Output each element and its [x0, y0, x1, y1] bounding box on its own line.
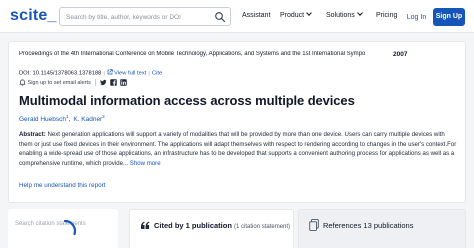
references-label: References 13 publications [323, 221, 414, 230]
alert-row: Sign up to set email alerts [19, 79, 130, 86]
document-icon [309, 219, 319, 231]
linkedin-icon[interactable] [120, 79, 127, 86]
cited-by-count: Cited by 1 publication [154, 221, 232, 230]
chevron-down-icon [306, 10, 312, 16]
scite-logo[interactable]: scite_ [10, 7, 57, 25]
twitter-icon[interactable] [100, 79, 107, 86]
nav-solutions[interactable]: Solutions [326, 10, 363, 19]
nav-assistant[interactable]: Assistant [242, 12, 270, 19]
nav-product-label: Product [280, 12, 305, 19]
tab-cited-by[interactable]: Cited by 1 publication (1 citation state… [129, 209, 294, 248]
abstract-label: Abstract: [19, 131, 46, 138]
loading-spinner-icon [63, 219, 77, 236]
login-button[interactable]: Log In [404, 10, 429, 25]
paper-venue: Proceedings of the 4th International Con… [19, 51, 366, 57]
chevron-down-icon [356, 10, 363, 16]
show-more-link[interactable]: Show more [130, 160, 161, 167]
author-list: Gerald Huebsch1, K. Kadner2 [19, 114, 105, 123]
paper-year: 2007 [393, 51, 408, 58]
divider [94, 79, 96, 86]
search-box[interactable] [59, 7, 231, 26]
paper-title: Multimodal information access across mul… [19, 93, 355, 108]
nav-product[interactable]: Product [280, 10, 312, 19]
author-link[interactable]: Gerald Huebsch1 [19, 114, 69, 124]
cited-by-label: Cited by 1 publication (1 citation state… [154, 221, 290, 230]
doi-row: DOI: 10.1145/1378063.1378188 | View full t… [19, 69, 162, 77]
cite-link[interactable]: Cite [152, 71, 162, 77]
author-link[interactable]: K. Kadner2 [73, 114, 105, 124]
facebook-icon[interactable] [110, 79, 117, 86]
bell-icon [19, 79, 26, 86]
view-full-text-link[interactable]: View full text [114, 71, 146, 77]
author-affiliation-number: 2 [102, 114, 105, 119]
abstract-text: Next generation applications will suppor… [19, 131, 457, 167]
author-name: Gerald Huebsch [19, 116, 66, 124]
separator: | [148, 70, 150, 77]
abstract: Abstract: Next generation applications w… [19, 130, 459, 168]
citation-statement-count: (1 citation statement) [234, 224, 291, 230]
search-input[interactable] [66, 11, 211, 23]
doi-text[interactable]: DOI: 10.1145/1378063.1378188 [19, 71, 101, 77]
separator: , [68, 116, 71, 124]
nav-pricing[interactable]: Pricing [376, 12, 397, 19]
nav-solutions-label: Solutions [326, 12, 355, 19]
help-understand-link[interactable]: Help me understand this report [19, 182, 105, 189]
top-navigation-bar: scite_ Assistant Product Solutions Prici… [0, 0, 474, 33]
quote-icon [141, 221, 150, 229]
external-link-icon [107, 69, 113, 75]
author-name: K. Kadner [73, 116, 103, 124]
email-alert-link[interactable]: Sign up to set email alerts [28, 80, 91, 86]
tab-references[interactable]: References 13 publications [298, 209, 466, 248]
search-icon[interactable] [214, 11, 226, 23]
signup-button[interactable]: Sign Up [433, 8, 465, 26]
paper-card: Proceedings of the 4th International Con… [8, 41, 466, 203]
separator: | [103, 70, 105, 77]
